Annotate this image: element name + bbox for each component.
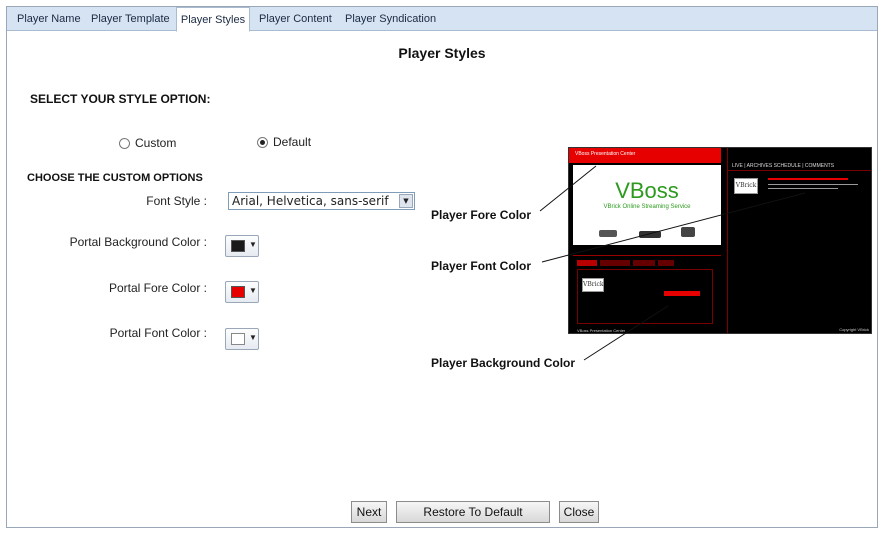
custom-radio-option[interactable]: Custom [119, 136, 176, 150]
player-fore-color-annotation: Player Fore Color [431, 208, 532, 222]
tab-player-name[interactable]: Player Name [17, 7, 81, 31]
default-radio-label: Default [273, 135, 312, 149]
default-radio-option[interactable]: Default [257, 135, 311, 149]
portal-fore-color-label: Portal Fore Color : [108, 281, 207, 295]
preview-menu: LIVE | ARCHIVES SCHEDULE | COMMENTS [732, 163, 835, 169]
portal-font-color-picker[interactable]: ▼ [225, 328, 259, 350]
preview-header-bar: VBoss Presentation Center [569, 148, 721, 163]
custom-options-heading: CHOOSE THE CUSTOM OPTIONS [27, 172, 203, 184]
tab-player-syndication[interactable]: Player Syndication [345, 7, 437, 31]
page-title: Player Styles [398, 45, 486, 61]
default-radio[interactable] [257, 136, 268, 148]
chevron-down-icon: ▼ [399, 194, 413, 208]
preview-red-button [664, 291, 700, 296]
portal-font-color-swatch [231, 333, 245, 345]
tab-player-template[interactable]: Player Template [91, 7, 170, 31]
style-option-heading: SELECT YOUR STYLE OPTION: [30, 92, 211, 106]
portal-font-color-label: Portal Font Color : [109, 326, 207, 340]
font-style-label: Font Style : [146, 194, 207, 208]
preview-divider [728, 170, 871, 171]
portal-background-color-swatch [231, 240, 245, 252]
portal-background-color-label: Portal Background Color : [69, 235, 207, 249]
chevron-down-icon: ▼ [249, 286, 257, 295]
tab-player-content[interactable]: Player Content [259, 7, 335, 31]
preview-tab-strip [577, 260, 721, 266]
player-preview-image: VBoss Presentation Center VBoss VBrick O… [568, 147, 872, 334]
portal-fore-color-picker[interactable]: ▼ [225, 281, 259, 303]
portal-background-color-picker[interactable]: ▼ [225, 235, 259, 257]
chevron-down-icon: ▼ [249, 333, 257, 342]
preview-brand: VBoss [615, 178, 679, 203]
preview-footer-right: Copyright VBrick [839, 327, 869, 332]
preview-header-text: VBoss Presentation Center [575, 151, 636, 157]
preview-right-logo: VBrick [734, 178, 758, 194]
preview-text-line [768, 184, 858, 185]
tab-player-styles[interactable]: Player Styles [176, 7, 250, 32]
custom-radio[interactable] [119, 137, 130, 149]
chevron-down-icon: ▼ [249, 240, 257, 249]
player-font-color-annotation: Player Font Color [431, 259, 532, 273]
close-button[interactable]: Close [559, 501, 599, 523]
portal-fore-color-swatch [231, 286, 245, 298]
preview-content-box: VBrick [577, 269, 713, 324]
preview-control-bar [573, 250, 721, 256]
preview-footer-left: VBoss Presentation Center [577, 328, 626, 333]
preview-tagline: VBrick Online Streaming Service [603, 204, 691, 210]
preview-left-pane: VBoss Presentation Center VBoss VBrick O… [569, 148, 721, 333]
preview-text-line [768, 188, 838, 189]
preview-devices-graphic [595, 227, 695, 239]
tab-bar: Player Name Player Template Player Style… [7, 7, 877, 32]
preview-logo: VBrick [582, 278, 604, 292]
font-style-value: Arial, Helvetica, sans-serif [232, 194, 389, 208]
restore-to-default-button[interactable]: Restore To Default [396, 501, 550, 523]
next-button[interactable]: Next [351, 501, 387, 523]
font-style-select[interactable]: Arial, Helvetica, sans-serif ▼ [228, 192, 415, 210]
player-background-color-annotation: Player Background Color [431, 356, 576, 370]
preview-right-pane: LIVE | ARCHIVES SCHEDULE | COMMENTS VBri… [727, 148, 871, 333]
preview-video-area: VBoss VBrick Online Streaming Service [573, 165, 721, 245]
custom-radio-label: Custom [135, 136, 177, 150]
preview-title-line [768, 178, 848, 180]
